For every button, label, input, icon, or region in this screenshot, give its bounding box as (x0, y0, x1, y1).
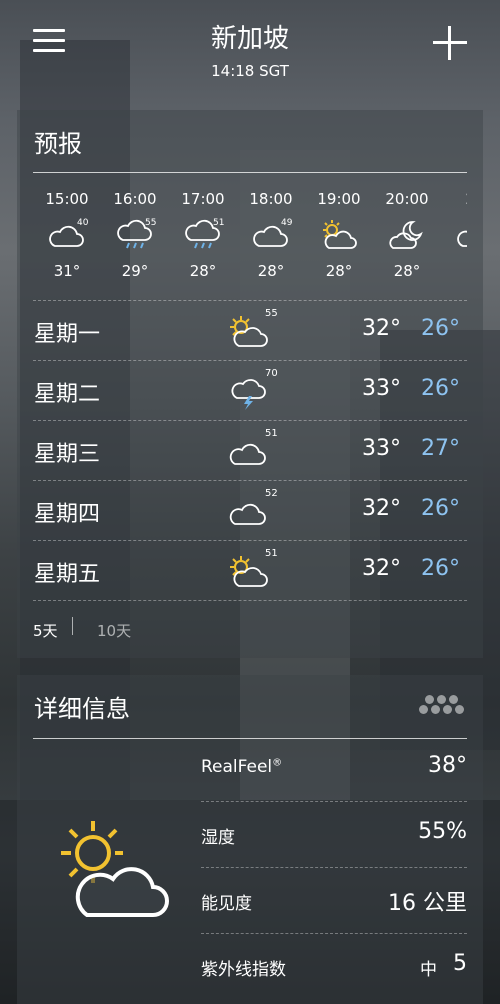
realfeel-row: RealFeel® 38° (201, 735, 467, 801)
cloud-icon (457, 230, 467, 247)
top-bar: 新加坡 14:18 SGT (0, 0, 500, 100)
cloud-icon (229, 443, 266, 465)
humidity-value: 55% (418, 819, 467, 844)
partly-sunny-icon (230, 316, 268, 347)
hour-temp: 28° (393, 262, 421, 280)
daily-row[interactable]: 星期四 52 32° 26° (17, 480, 483, 540)
more-dots-icon[interactable] (417, 693, 467, 717)
hour-time: 16:00 (113, 190, 157, 208)
realfeel-label: RealFeel® (201, 757, 283, 777)
low-temp: 26° (421, 496, 460, 521)
realfeel-value: 38° (428, 753, 467, 778)
cloud-icon (229, 503, 266, 525)
divider (33, 172, 467, 173)
visibility-row: 能见度 16 公里 (201, 867, 467, 933)
hour-item[interactable]: 17:00 51 28° (169, 188, 237, 298)
partly-sunny-icon (61, 821, 169, 917)
uv-label: 紫外线指数 (201, 960, 286, 980)
day-name: 星期三 (34, 442, 101, 467)
hour-time: 20:00 (385, 190, 429, 208)
visibility-label: 能见度 (201, 894, 252, 914)
precip-chance: 52 (265, 488, 278, 499)
hour-item[interactable]: 15:00 40 31° (33, 188, 101, 298)
hour-item[interactable]: 18:00 49 28° (237, 188, 305, 298)
high-temp: 32° (362, 316, 401, 341)
local-time: 14:18 SGT (211, 62, 289, 80)
day-name: 星期二 (34, 382, 101, 407)
high-temp: 32° (362, 556, 401, 581)
daily-row[interactable]: 星期一 55 32° 26° (17, 300, 483, 360)
forecast-card: 预报 15:00 40 31° 16:00 55 29° 17:00 51 28… (17, 110, 483, 658)
tab-10-days[interactable]: 10天 (97, 620, 131, 641)
thunderstorm-icon (231, 379, 266, 410)
hour-item[interactable]: 16:00 55 29° (101, 188, 169, 298)
hour-time: 17:00 (181, 190, 225, 208)
hour-temp: 28° (189, 262, 217, 280)
low-temp: 26° (421, 316, 460, 341)
hour-temp: 31° (53, 262, 81, 280)
registered-mark: ® (272, 757, 283, 769)
divider (33, 600, 467, 601)
hour-item[interactable]: 20:00 28° (373, 188, 441, 298)
hour-temp: 28° (325, 262, 353, 280)
hour-time: 19:00 (317, 190, 361, 208)
precip-chance: 51 (213, 218, 225, 228)
day-name: 星期四 (34, 502, 101, 527)
low-temp: 26° (421, 376, 460, 401)
high-temp: 32° (362, 496, 401, 521)
precip-chance: 55 (265, 308, 278, 319)
precip-chance: 49 (281, 218, 293, 228)
hour-item[interactable]: 21 2 (441, 188, 467, 298)
day-name: 星期一 (34, 322, 101, 347)
high-temp: 33° (362, 376, 401, 401)
moon-cloud-icon (389, 221, 423, 249)
uv-value: 5 (453, 951, 467, 976)
precip-chance: 55 (145, 218, 157, 228)
precip-chance: 40 (77, 218, 89, 228)
uv-level: 中 (420, 960, 437, 980)
visibility-value: 16 公里 (388, 891, 467, 916)
humidity-label: 湿度 (201, 828, 235, 848)
precip-chance: 51 (265, 428, 278, 439)
hour-temp: 28° (257, 262, 285, 280)
daily-row[interactable]: 星期五 51 32° 26° (17, 540, 483, 600)
hour-time: 18:00 (249, 190, 293, 208)
tab-5-days[interactable]: 5天 (33, 620, 58, 641)
hour-time: 21 (441, 190, 467, 208)
high-temp: 33° (362, 436, 401, 461)
hour-time: 15:00 (45, 190, 89, 208)
details-card: 详细信息 RealFeel® 38° 湿度 55% 能见度 16 公里 紫外线指… (17, 675, 483, 1004)
partly-sunny-icon (323, 220, 357, 249)
day-name: 星期五 (34, 562, 101, 587)
partly-sunny-icon (230, 556, 268, 587)
daily-row[interactable]: 星期三 51 33° 27° (17, 420, 483, 480)
tab-divider (72, 617, 73, 635)
city-name[interactable]: 新加坡 (0, 18, 500, 55)
hour-temp: 29° (121, 262, 149, 280)
low-temp: 27° (421, 436, 460, 461)
daily-row[interactable]: 星期二 70 33° 26° (17, 360, 483, 420)
low-temp: 26° (421, 556, 460, 581)
details-title: 详细信息 (34, 695, 130, 723)
uv-row: 紫外线指数 中 5 (201, 933, 467, 999)
forecast-title: 预报 (34, 130, 82, 158)
hourly-forecast[interactable]: 15:00 40 31° 16:00 55 29° 17:00 51 28° 1… (33, 188, 467, 298)
precip-chance: 51 (265, 548, 278, 559)
precip-chance: 70 (265, 368, 278, 379)
hour-temp: 2 (441, 262, 467, 280)
humidity-row: 湿度 55% (201, 801, 467, 867)
add-location-icon[interactable] (433, 26, 467, 60)
hour-item[interactable]: 19:00 28° (305, 188, 373, 298)
